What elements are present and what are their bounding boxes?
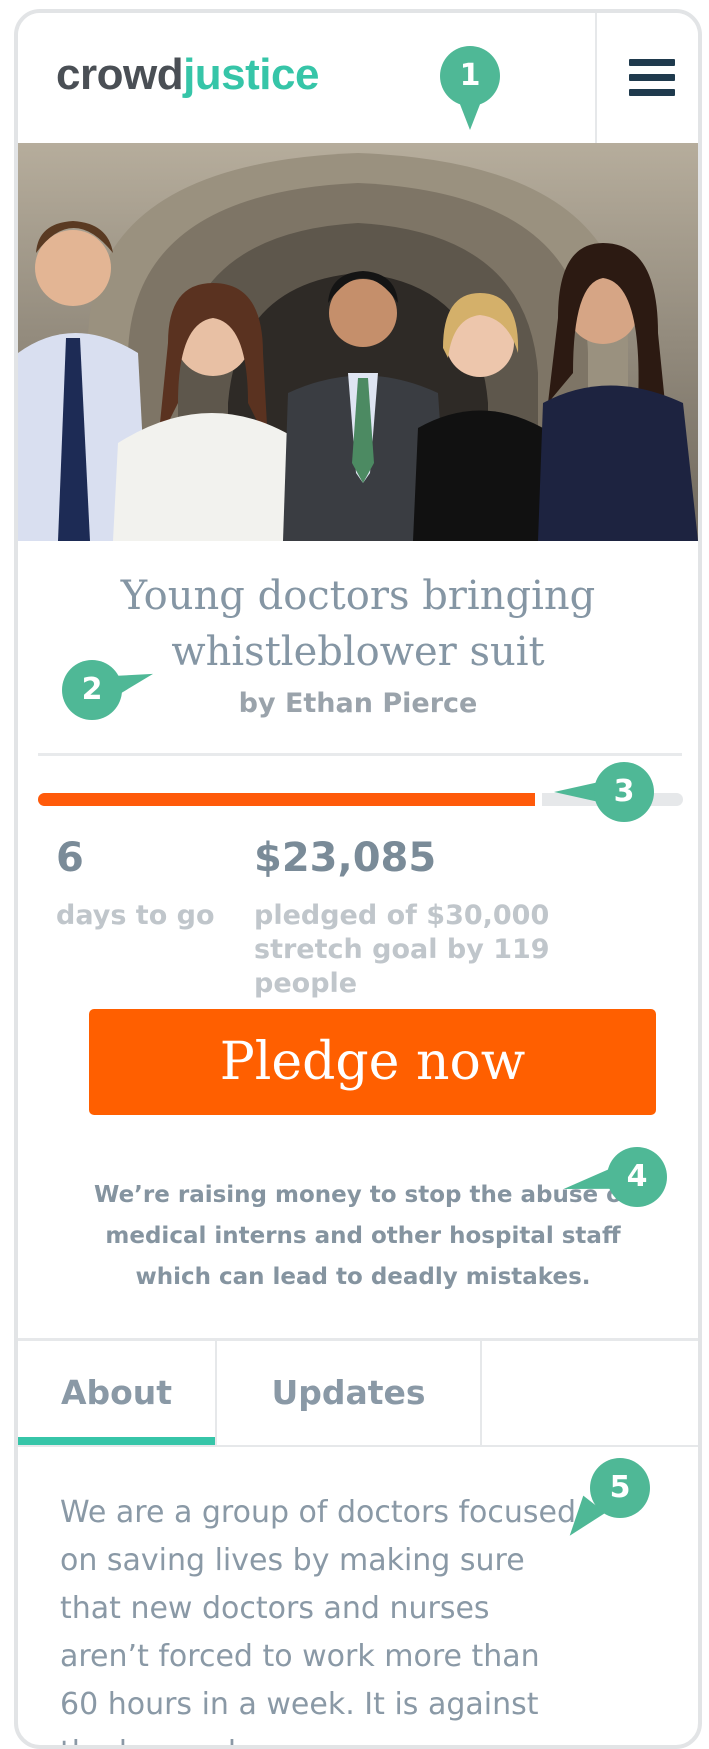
callout-marker-5: 5 bbox=[558, 1458, 650, 1545]
progress-gap bbox=[535, 793, 542, 806]
campaign-summary: We’re raising money to stop the abuse of… bbox=[94, 1182, 632, 1290]
callout-marker-1: 1 bbox=[440, 46, 500, 130]
header-divider bbox=[595, 13, 597, 143]
days-remaining-label: days to go bbox=[56, 900, 215, 931]
about-body-text: We are a group of doctors focused on sav… bbox=[60, 1495, 577, 1745]
logo-text-justice: justice bbox=[183, 50, 319, 99]
logo-text-crowd: crowd bbox=[56, 50, 184, 99]
tab-separator bbox=[480, 1341, 482, 1445]
title-divider bbox=[38, 753, 682, 756]
active-tab-indicator bbox=[18, 1437, 215, 1445]
hero-image bbox=[18, 143, 698, 541]
hamburger-menu-icon[interactable] bbox=[629, 59, 675, 99]
days-remaining-value: 6 bbox=[56, 835, 84, 881]
site-header: crowdjustice bbox=[18, 13, 698, 143]
pledge-now-button[interactable]: Pledge now bbox=[89, 1009, 656, 1115]
campaign-hero-photo bbox=[18, 143, 698, 541]
campaign-title: Young doctors bringing whistleblower sui… bbox=[120, 573, 596, 675]
funding-progress-fill bbox=[38, 793, 535, 806]
callout-marker-3: 3 bbox=[554, 762, 654, 822]
tab-updates[interactable]: Updates bbox=[217, 1341, 480, 1445]
crowdjustice-logo[interactable]: crowdjustice bbox=[56, 53, 319, 97]
callout-marker-2: 2 bbox=[62, 660, 157, 720]
amount-pledged-label: pledged of $30,000 stretch goal by 119 p… bbox=[254, 900, 550, 999]
tabs-bottom-border bbox=[18, 1445, 698, 1447]
amount-pledged-value: $23,085 bbox=[254, 835, 437, 881]
callout-marker-4: 4 bbox=[561, 1147, 667, 1207]
tab-about[interactable]: About bbox=[18, 1341, 215, 1445]
